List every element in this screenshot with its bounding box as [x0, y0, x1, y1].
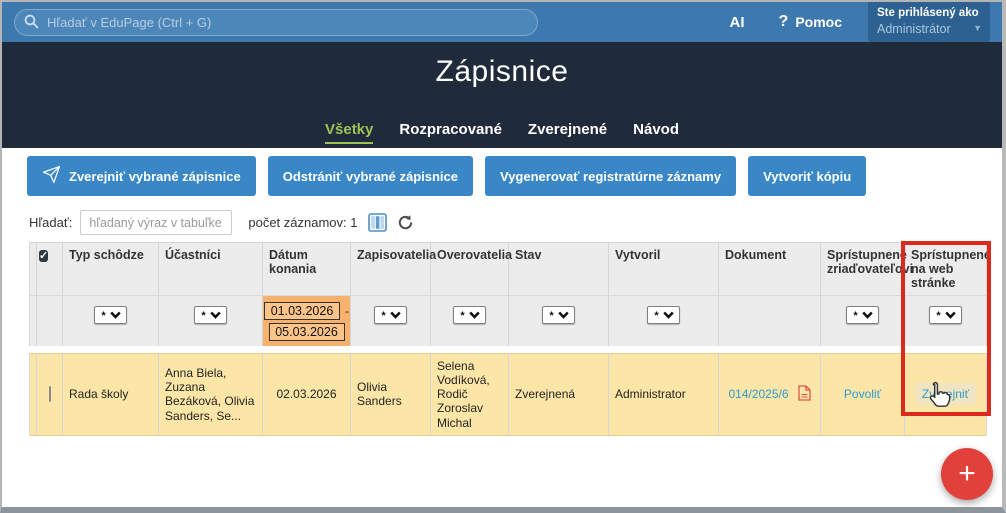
table-row: Rada školy Anna Biela, Zuzana Bezáková, …: [29, 353, 987, 436]
toolbar: Zverejniť vybrané zápisnice Odstrániť vy…: [2, 148, 1002, 196]
zverejnit-link[interactable]: Zverejniť: [922, 387, 969, 401]
col-datum-konania[interactable]: Dátum konania: [263, 242, 351, 295]
filter-stav-dropdown[interactable]: *: [542, 306, 574, 324]
filter-marker: [29, 295, 37, 346]
filter-dokument: [719, 295, 821, 346]
help-label: Pomoc: [795, 14, 842, 30]
row-select-cell: [37, 353, 63, 436]
generate-registry-button[interactable]: Vygenerovať registratúrne záznamy: [485, 156, 736, 196]
cell-overovatelia: Selena Vodíková, Rodič Zoroslav Michal: [431, 353, 509, 436]
publish-selected-button[interactable]: Zverejniť vybrané zápisnice: [27, 156, 256, 196]
cell-ucastnici: Anna Biela, Zuzana Bezáková, Olivia Sand…: [159, 353, 263, 436]
col-dokument[interactable]: Dokument: [719, 242, 821, 295]
filter-stav: *: [509, 295, 609, 346]
col-ucastnici[interactable]: Účastníci: [159, 242, 263, 295]
filter-select: [37, 295, 63, 346]
date-range-filter: -: [269, 302, 344, 341]
zverejnit-chip: Zverejniť: [915, 383, 976, 405]
ai-button[interactable]: AI: [730, 14, 745, 31]
filter-vytvoril-dropdown[interactable]: *: [647, 306, 679, 324]
filter-typ: *: [63, 295, 159, 346]
col-typ-schodze[interactable]: Typ schôdze: [63, 242, 159, 295]
tab-navod[interactable]: Návod: [633, 121, 679, 144]
account-logged-in-as: Ste prihlásený ako: [877, 6, 981, 21]
col-spristupnene-na-web[interactable]: Sprístupnené na web stránke: [905, 242, 987, 295]
date-to-input[interactable]: [269, 323, 345, 341]
pdf-file-icon[interactable]: [798, 385, 811, 404]
row-marker: [29, 353, 37, 436]
cell-stav: Zverejnená: [509, 353, 609, 436]
table-search-input[interactable]: [80, 210, 232, 235]
account-role: Administrátor: [877, 21, 981, 37]
zapisnice-table: ✓ Typ schôdze Účastníci Dátum konania Za…: [29, 242, 987, 436]
search-icon: [24, 14, 39, 34]
col-zapisovatelia[interactable]: Zapisovatelia: [351, 242, 431, 295]
filter-web: *: [905, 295, 987, 346]
help-button[interactable]: ? Pomoc: [779, 13, 842, 31]
cell-zriadovatel: Povoliť: [821, 353, 905, 436]
filter-row: * * - *: [29, 295, 987, 346]
columns-icon[interactable]: [368, 213, 387, 232]
top-bar: AI ? Pomoc Ste prihlásený ako Administrá…: [2, 2, 1002, 42]
global-search-input[interactable]: [14, 9, 538, 36]
select-all-checkbox[interactable]: ✓: [39, 250, 48, 262]
filter-vytvoril: *: [609, 295, 719, 346]
col-spristupnene-zriadovatelovi[interactable]: Sprístupnené zriaďovateľovi: [821, 242, 905, 295]
tab-rozpracovane[interactable]: Rozpracované: [399, 121, 502, 144]
filter-date-cell: -: [263, 295, 351, 346]
tab-bar: Všetky Rozpracované Zverejnené Návod: [2, 121, 1002, 144]
row-marker-header: [29, 242, 37, 295]
edupage-window: AI ? Pomoc Ste prihlásený ako Administrá…: [0, 0, 1006, 513]
col-vytvoril[interactable]: Vytvoril: [609, 242, 719, 295]
select-all-cell: ✓: [37, 242, 63, 295]
chevron-down-icon: ▼: [973, 23, 982, 33]
filter-zapisovatelia: *: [351, 295, 431, 346]
account-dropdown[interactable]: Ste prihlásený ako Administrátor ▼: [868, 2, 990, 42]
global-search: [14, 9, 538, 36]
tab-vsetky[interactable]: Všetky: [325, 121, 373, 144]
date-range-separator: -: [345, 304, 349, 318]
cell-datum: 02.03.2026: [263, 353, 351, 436]
filter-overovatelia-dropdown[interactable]: *: [453, 306, 485, 324]
cell-zapisovatelia: Olivia Sanders: [351, 353, 431, 436]
records-count-label: počet záznamov: 1: [248, 215, 357, 230]
tab-zverejnene[interactable]: Zverejnené: [528, 121, 607, 144]
filter-zapisovatelia-dropdown[interactable]: *: [374, 306, 406, 324]
filter-typ-dropdown[interactable]: *: [94, 306, 126, 324]
date-from-input[interactable]: [264, 302, 340, 320]
cell-vytvoril: Administrator: [609, 353, 719, 436]
povolit-link[interactable]: Povoliť: [844, 387, 881, 401]
filter-zriadovatel: *: [821, 295, 905, 346]
filter-ucastnici-dropdown[interactable]: *: [194, 306, 226, 324]
filter-zriadovatel-dropdown[interactable]: *: [846, 306, 878, 324]
filter-ucastnici: *: [159, 295, 263, 346]
cell-web: Zverejniť: [905, 353, 987, 436]
create-copy-button[interactable]: Vytvoriť kópiu: [748, 156, 866, 196]
question-mark-icon: ?: [779, 13, 789, 31]
header-row: ✓ Typ schôdze Účastníci Dátum konania Za…: [29, 242, 987, 295]
add-button[interactable]: +: [941, 448, 993, 500]
cell-dokument: 014/2025/6: [719, 353, 821, 436]
document-link[interactable]: 014/2025/6: [728, 387, 788, 401]
delete-selected-button[interactable]: Odstrániť vybrané zápisnice: [268, 156, 473, 196]
publish-selected-label: Zverejniť vybrané zápisnice: [69, 169, 241, 184]
filter-web-dropdown[interactable]: *: [929, 306, 961, 324]
cell-typ: Rada školy: [63, 353, 159, 436]
page-header: Zápisnice Všetky Rozpracované Zverejnené…: [2, 42, 1002, 148]
row-checkbox[interactable]: [49, 386, 51, 402]
page-title: Zápisnice: [2, 42, 1002, 89]
spacer-row: [29, 346, 987, 353]
filter-overovatelia: *: [431, 295, 509, 346]
refresh-icon[interactable]: [397, 214, 414, 231]
col-overovatelia[interactable]: Overovatelia: [431, 242, 509, 295]
table-search-label: Hľadať:: [29, 215, 72, 230]
table-controls: Hľadať: počet záznamov: 1: [29, 210, 1002, 235]
send-icon: [42, 165, 61, 187]
col-stav[interactable]: Stav: [509, 242, 609, 295]
topbar-right: AI ? Pomoc Ste prihlásený ako Administrá…: [730, 2, 990, 42]
